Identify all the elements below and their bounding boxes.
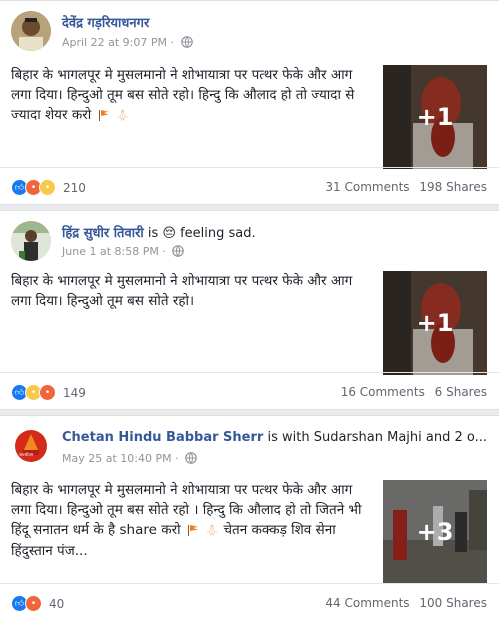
post-text-content: बिहार के भागलपूर मे मुसलमानो ने शोभायात्… xyxy=(11,67,355,123)
post-footer: 👍︎ • 40 44 Comments 100 Shares xyxy=(0,583,499,620)
reactions-summary[interactable]: 👍︎ • • 149 xyxy=(11,384,86,401)
sad-icon: • xyxy=(39,179,56,196)
reaction-count: 40 xyxy=(49,596,65,611)
avatar[interactable]: जयश्रीराम xyxy=(11,426,51,466)
reaction-count: 149 xyxy=(63,385,86,400)
post-meta: May 25 at 10:40 PM · xyxy=(62,452,197,465)
comments-link[interactable]: 31 Comments xyxy=(325,180,409,194)
engagement-counts: 44 Comments 100 Shares xyxy=(325,596,487,610)
activity-text: is with Sudarshan Majhi and 2 o... xyxy=(267,430,487,445)
post-meta: April 22 at 9:07 PM · xyxy=(62,36,193,49)
shares-link[interactable]: 198 Shares xyxy=(419,180,487,194)
post-card: जयश्रीराम Chetan Hindu Babbar Sherr is w… xyxy=(0,415,499,620)
post-text: बिहार के भागलपूर मे मुसलमानो ने शोभायात्… xyxy=(11,271,366,311)
activity-text: is 😔 feeling sad. xyxy=(147,226,256,241)
angry-icon: • xyxy=(39,384,56,401)
more-photos-count[interactable]: +3 xyxy=(383,480,487,584)
comments-link[interactable]: 44 Comments xyxy=(325,596,409,610)
author-line: हिंद्र सुधीर तिवारी is 😔 feeling sad. xyxy=(62,223,256,241)
post-card: देवेंद्र गड़रियाधनगर April 22 at 9:07 PM… xyxy=(0,0,499,205)
engagement-counts: 31 Comments 198 Shares xyxy=(325,180,487,194)
pray-icon: 🙏︎ xyxy=(115,109,130,122)
reaction-count: 210 xyxy=(63,180,86,195)
author-name[interactable]: देवेंद्र गड़रियाधनगर xyxy=(62,16,149,31)
post-image[interactable]: +3 xyxy=(383,480,487,584)
post-date[interactable]: May 25 at 10:40 PM xyxy=(62,452,172,465)
comments-link[interactable]: 16 Comments xyxy=(341,385,425,399)
globe-icon xyxy=(185,452,197,464)
post-footer: 👍︎ • • 210 31 Comments 198 Shares xyxy=(0,167,499,204)
author-name[interactable]: Chetan Hindu Babbar Sherr xyxy=(62,430,263,445)
post-text: बिहार के भागलपूर मे मुसलमानो ने शोभायात्… xyxy=(11,65,366,126)
engagement-counts: 16 Comments 6 Shares xyxy=(341,385,487,399)
post-text: बिहार के भागलपूर मे मुसलमानो ने शोभायात्… xyxy=(11,480,366,561)
avatar[interactable] xyxy=(11,221,51,261)
post-date[interactable]: June 1 at 8:58 PM xyxy=(62,245,159,258)
shares-link[interactable]: 6 Shares xyxy=(435,385,487,399)
more-photos-count[interactable]: +1 xyxy=(383,271,487,375)
shares-link[interactable]: 100 Shares xyxy=(419,596,487,610)
pray-icon: 🙏︎ xyxy=(205,524,220,537)
author-line: Chetan Hindu Babbar Sherr is with Sudars… xyxy=(62,430,487,445)
post-text-content: बिहार के भागलपूर मे मुसलमानो ने शोभायात्… xyxy=(11,273,353,309)
post-footer: 👍︎ • • 149 16 Comments 6 Shares xyxy=(0,372,499,409)
avatar[interactable] xyxy=(11,11,51,51)
globe-icon xyxy=(180,36,193,48)
separator-dot: · xyxy=(162,245,166,258)
avatar-badge-text: जयश्रीराम xyxy=(19,452,34,457)
post-image[interactable]: +1 xyxy=(383,65,487,169)
post-card: हिंद्र सुधीर तिवारी is 😔 feeling sad. Ju… xyxy=(0,210,499,410)
angry-icon: • xyxy=(25,595,42,612)
more-photos-count[interactable]: +1 xyxy=(383,65,487,169)
reactions-summary[interactable]: 👍︎ • 40 xyxy=(11,595,64,612)
reactions-summary[interactable]: 👍︎ • • 210 xyxy=(11,179,86,196)
separator-dot: · xyxy=(170,36,175,49)
flag-icon xyxy=(98,110,109,121)
author-name[interactable]: हिंद्र सुधीर तिवारी xyxy=(62,226,144,241)
flag-icon xyxy=(187,525,198,536)
separator-dot: · xyxy=(175,452,179,465)
post-image[interactable]: +1 xyxy=(383,271,487,375)
post-date[interactable]: April 22 at 9:07 PM xyxy=(62,36,167,49)
globe-icon xyxy=(172,245,185,257)
author-line: देवेंद्र गड़रियाधनगर xyxy=(62,13,149,31)
post-meta: June 1 at 8:58 PM · xyxy=(62,245,185,258)
